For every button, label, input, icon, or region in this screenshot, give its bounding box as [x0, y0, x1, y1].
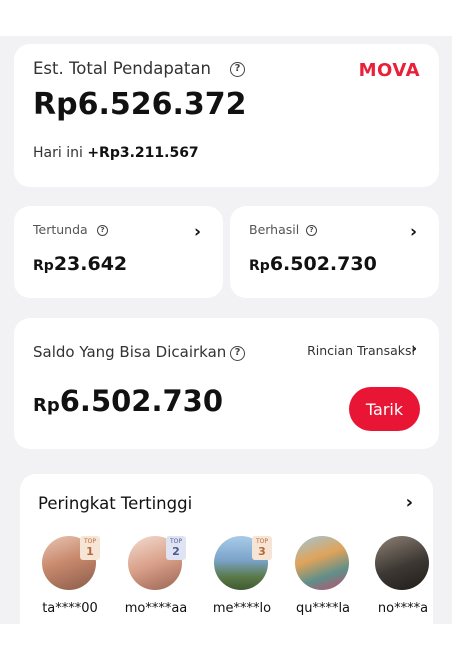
username: me****lo	[212, 601, 272, 616]
today-label: Hari ini	[33, 145, 83, 161]
username: ta****00	[42, 601, 98, 616]
ranking-user[interactable]: TOP 3 me****lo	[202, 536, 282, 626]
total-earnings-value: Rp6.526.372	[33, 87, 247, 122]
currency-prefix: Rp	[249, 258, 270, 274]
success-card[interactable]: Berhasil ? › Rp6.502.730	[230, 206, 439, 298]
success-value: Rp6.502.730	[249, 253, 377, 275]
currency-prefix: Rp	[33, 395, 60, 416]
rank-number: 3	[258, 545, 266, 558]
rank-badge: TOP 1	[80, 536, 100, 560]
rank-badge: TOP 3	[252, 536, 272, 560]
chevron-right-icon[interactable]: ›	[410, 222, 417, 242]
rank-number: 1	[86, 545, 94, 558]
help-circle-icon[interactable]: ?	[97, 225, 108, 236]
success-label: Berhasil	[249, 222, 300, 237]
rank-badge: TOP 2	[166, 536, 186, 560]
pending-value: Rp23.642	[33, 253, 127, 275]
rank-number: 2	[172, 545, 180, 558]
help-circle-icon[interactable]: ?	[230, 62, 245, 77]
avatar	[375, 536, 429, 590]
currency-prefix: Rp	[33, 258, 54, 274]
total-earnings-label: Est. Total Pendapatan	[33, 59, 211, 78]
today-earnings-row: Hari ini +Rp3.211.567	[33, 145, 199, 161]
chevron-right-icon[interactable]: ›	[406, 492, 413, 513]
ranking-user[interactable]: no****a	[363, 536, 443, 626]
username: no****a	[377, 601, 429, 616]
help-circle-icon[interactable]: ?	[230, 346, 245, 361]
avatar	[295, 536, 349, 590]
today-value: +Rp3.211.567	[87, 145, 199, 161]
withdraw-button[interactable]: Tarik	[349, 387, 420, 431]
ranking-user[interactable]: qu****la	[283, 536, 363, 626]
bottom-edge	[0, 624, 452, 660]
pending-label: Tertunda	[33, 222, 88, 237]
ranking-user[interactable]: TOP 1 ta****00	[30, 536, 110, 626]
balance-label: Saldo Yang Bisa Dicairkan	[33, 343, 227, 361]
balance-value: Rp6.502.730	[33, 384, 223, 418]
success-amount: 6.502.730	[269, 253, 377, 275]
total-earnings-card: Est. Total Pendapatan ? MOVA Rp6.526.372…	[14, 44, 439, 187]
withdrawable-balance-card: Saldo Yang Bisa Dicairkan ? Rincian Tran…	[14, 318, 439, 449]
balance-amount: 6.502.730	[59, 384, 224, 418]
chevron-right-icon[interactable]: ›	[194, 222, 201, 242]
pending-amount: 23.642	[53, 253, 128, 275]
brand-logo: MOVA	[358, 60, 420, 81]
transaction-details-link[interactable]: Rincian Transaksi	[307, 343, 415, 358]
chevron-right-icon[interactable]: ›	[411, 341, 417, 357]
username: qu****la	[295, 601, 351, 616]
pending-card[interactable]: Tertunda ? › Rp23.642	[14, 206, 223, 298]
ranking-user[interactable]: TOP 2 mo****aa	[116, 536, 196, 626]
ranking-title: Peringkat Tertinggi	[38, 494, 193, 513]
username: mo****aa	[124, 601, 188, 616]
help-circle-icon[interactable]: ?	[306, 225, 317, 236]
